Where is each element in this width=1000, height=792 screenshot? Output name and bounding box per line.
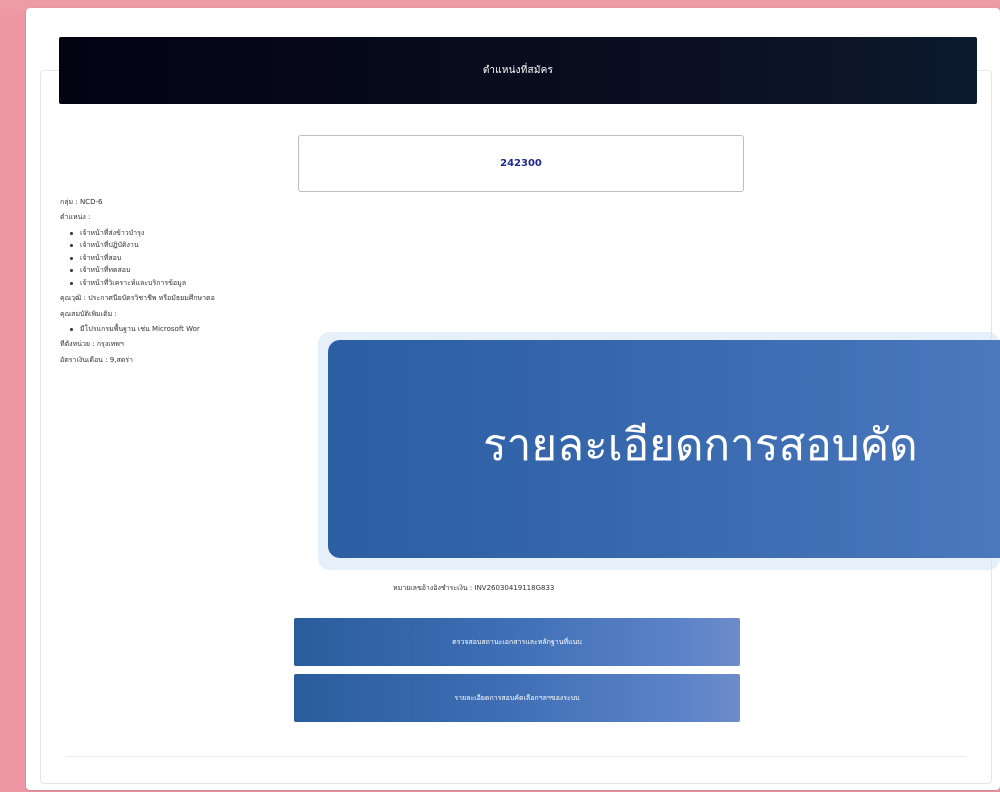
- list-item: เจ้าหน้าที่วิเคราะห์และบริการข้อมูล: [70, 279, 350, 288]
- exam-details-overlay-banner: รายละเอียดการสอบคัด: [328, 340, 1000, 558]
- list-item: เจ้าหน้าที่ทดสอบ: [70, 266, 350, 275]
- bottom-divider: [66, 756, 966, 757]
- qualification-text: คุณวุฒิ : ประกาศนียบัตรวิชาชีพ หรือมัธยม…: [60, 294, 215, 303]
- exam-details-button[interactable]: รายละเอียดการสอบคัดเลือกฯลฯของระบบ: [294, 674, 740, 722]
- extra-qualification-label: คุณสมบัติเพิ่มเติม :: [60, 309, 117, 318]
- location-text: ที่ตั้งหน่วย : กรุงเทพฯ: [60, 340, 124, 349]
- list-item: เจ้าหน้าที่ปฏิบัติงาน: [70, 241, 350, 250]
- position-info: กลุ่ม : NCD-6 ตำแหน่ง : เจ้าหน้าที่ส่งข้…: [60, 198, 350, 365]
- salary-text: อัตราเงินเดือน : 9,สตร่า: [60, 355, 133, 364]
- extra-qualification-list: มีโปรแกรมพื้นฐาน เช่น Microsoft Wor: [60, 325, 350, 334]
- header-bar: ตำแหน่งที่สมัคร: [59, 37, 977, 104]
- position-label: ตำแหน่ง :: [60, 213, 91, 222]
- group-text: กลุ่ม : NCD-6: [60, 198, 103, 206]
- overlay-title: รายละเอียดการสอบคัด: [483, 420, 918, 471]
- list-item: มีโปรแกรมพื้นฐาน เช่น Microsoft Wor: [70, 325, 350, 334]
- application-code: 242300: [500, 158, 542, 169]
- application-code-box: 242300: [298, 135, 744, 192]
- header-title: ตำแหน่งที่สมัคร: [482, 65, 554, 76]
- payment-reference: หมายเลขอ้างอิงชำระเงิน : INV26030419118G…: [393, 584, 555, 592]
- check-documents-button[interactable]: ตรวจสอบสถานะเอกสารและหลักฐานที่แนบ: [294, 618, 740, 666]
- position-list: เจ้าหน้าที่ส่งข้าวบำรุง เจ้าหน้าที่ปฏิบั…: [60, 229, 350, 288]
- list-item: เจ้าหน้าที่สอบ: [70, 254, 350, 263]
- list-item: เจ้าหน้าที่ส่งข้าวบำรุง: [70, 229, 350, 238]
